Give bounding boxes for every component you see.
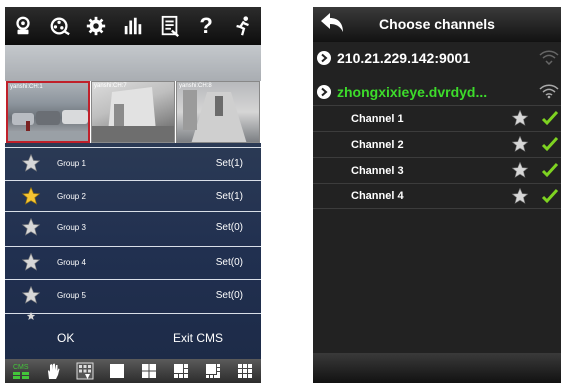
ok-button[interactable]: OK (57, 331, 74, 345)
bottom-bar (313, 353, 561, 383)
star-filled-icon[interactable] (21, 186, 41, 206)
channel-row[interactable]: Channel 1 (313, 105, 561, 131)
group-row[interactable]: Group 3 Set(0) (5, 211, 261, 242)
checkmark-icon[interactable] (541, 161, 559, 179)
channel-name: Channel 4 (351, 190, 404, 202)
video-strip: yanshi:CH:1 yanshi:CH:7 yanshi:CH:8 (5, 81, 261, 143)
video-tile-2[interactable]: yanshi:CH:7 (91, 81, 175, 143)
expand-arrow-icon[interactable] (317, 85, 331, 99)
document-list-icon[interactable] (155, 11, 185, 41)
star-icon[interactable] (21, 153, 41, 173)
group-row[interactable]: Group 5 Set(0) (5, 279, 261, 310)
exit-runner-icon[interactable] (228, 11, 258, 41)
help-icon[interactable]: ? (191, 11, 221, 41)
star-icon[interactable] (511, 135, 529, 153)
checkmark-icon[interactable] (541, 109, 559, 127)
expand-arrow-icon[interactable] (317, 51, 331, 65)
wifi-icon (539, 50, 559, 65)
channel-name: Channel 1 (351, 112, 404, 125)
star-icon[interactable] (511, 187, 529, 205)
top-toolbar: ? (5, 7, 261, 45)
device-row[interactable]: zhongxixieye.dvrdyd... (313, 79, 561, 105)
hand-icon[interactable] (44, 362, 62, 380)
star-icon[interactable] (21, 217, 41, 237)
film-reel-icon[interactable] (45, 11, 75, 41)
page-title: Choose channels (379, 16, 495, 32)
channel-name: Channel 3 (351, 164, 404, 177)
video-tile-3[interactable]: yanshi:CH:8 (176, 81, 260, 143)
choose-channels-screen: Choose channels 210.21.229.142:9001 zhon… (313, 7, 561, 383)
star-icon[interactable] (511, 109, 529, 127)
group-row[interactable]: Group 4 Set(0) (5, 246, 261, 277)
star-icon[interactable] (21, 285, 41, 305)
stats-bars-icon[interactable] (118, 11, 148, 41)
group-set-value: Set(0) (215, 256, 243, 268)
office-scene (92, 87, 174, 142)
channel-grid-icon[interactable] (76, 362, 94, 380)
group-name: Group 4 (57, 257, 86, 267)
group-row-partial (5, 311, 261, 321)
group-name: Group 1 (57, 158, 86, 168)
corridor-scene (183, 90, 247, 142)
nav-bar: Choose channels (313, 7, 561, 42)
checkmark-icon[interactable] (541, 187, 559, 205)
group-row[interactable]: Group 1 Set(1) (5, 147, 261, 178)
cms-screen: ? yanshi:CH:1 yanshi:CH:7 yanshi:CH:8 Gr… (5, 7, 261, 383)
cms-text: CMS (13, 364, 29, 371)
layout-1-icon[interactable] (108, 362, 126, 380)
group-name: Group 5 (57, 290, 86, 300)
channel-name: Channel 2 (351, 138, 404, 151)
layout-6-icon[interactable] (172, 362, 190, 380)
star-icon[interactable] (511, 161, 529, 179)
bottom-toolbar: CMS (5, 359, 261, 383)
group-set-value: Set(0) (215, 221, 243, 233)
channel-row[interactable]: Channel 2 (313, 131, 561, 157)
device-name-active: zhongxixieye.dvrdyd... (337, 84, 488, 100)
group-set-value: Set(0) (215, 289, 243, 301)
group-set-value: Set(1) (215, 190, 243, 202)
camera-config-icon[interactable] (8, 11, 38, 41)
video-label-3: yanshi:CH:8 (179, 83, 212, 89)
settings-gear-icon[interactable] (81, 11, 111, 41)
cms-icon[interactable]: CMS (12, 362, 30, 380)
star-icon[interactable] (21, 252, 41, 272)
star-icon (26, 311, 36, 320)
device-name: 210.21.229.142:9001 (337, 50, 471, 66)
exit-cms-button[interactable]: Exit CMS (173, 331, 223, 345)
gray-header-bar (5, 45, 261, 81)
group-set-value: Set(1) (215, 157, 243, 169)
checkmark-icon[interactable] (541, 135, 559, 153)
channel-row[interactable]: Channel 3 (313, 157, 561, 183)
group-name: Group 2 (57, 191, 86, 201)
layout-4-icon[interactable] (140, 362, 158, 380)
channel-row[interactable]: Channel 4 (313, 183, 561, 209)
video-tile-1[interactable]: yanshi:CH:1 (6, 81, 90, 143)
layout-9-icon[interactable] (236, 362, 254, 380)
group-row[interactable]: Group 2 Set(1) (5, 180, 261, 211)
layout-8-icon[interactable] (204, 362, 222, 380)
group-name: Group 3 (57, 222, 86, 232)
action-bar: OK Exit CMS (5, 323, 261, 353)
parking-scene (8, 110, 88, 141)
wifi-icon (539, 84, 559, 99)
video-label-1: yanshi:CH:1 (10, 84, 43, 90)
device-row[interactable]: 210.21.229.142:9001 (313, 45, 561, 71)
help-glyph: ? (199, 13, 213, 38)
video-label-2: yanshi:CH:7 (94, 83, 127, 89)
